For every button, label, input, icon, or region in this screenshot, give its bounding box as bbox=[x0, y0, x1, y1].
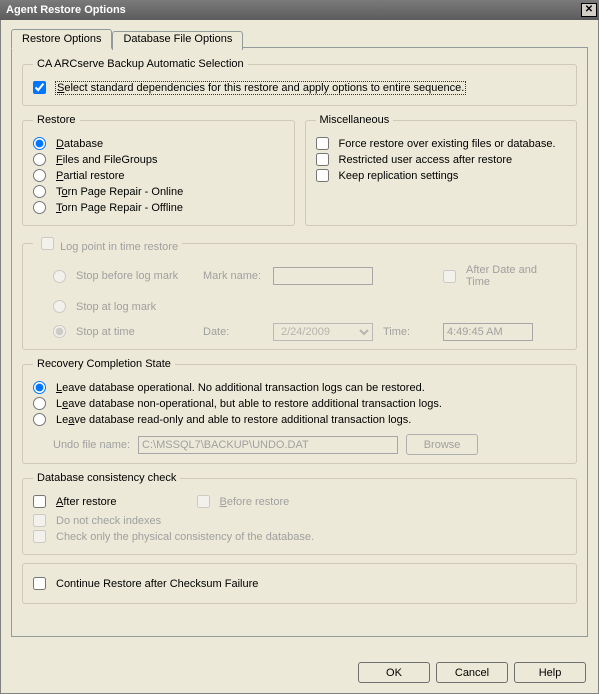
checkbox-restricted-access[interactable] bbox=[316, 153, 329, 166]
radio-stop-before bbox=[53, 270, 66, 283]
ok-button[interactable]: OK bbox=[358, 662, 430, 683]
label-continue-after-checksum: Continue Restore after Checksum Failure bbox=[56, 578, 258, 590]
fieldset-auto-selection: CA ARCserve Backup Automatic Selection S… bbox=[22, 58, 577, 106]
label-dbcc-noindex: Do not check indexes bbox=[56, 515, 161, 527]
label-recovery-nonoperational: Leave database non-operational, but able… bbox=[56, 398, 442, 410]
label-restricted-access: Restricted user access after restore bbox=[339, 154, 513, 166]
radio-torn-offline[interactable] bbox=[33, 201, 46, 214]
tab-panel-restore-options: CA ARCserve Backup Automatic Selection S… bbox=[11, 47, 588, 637]
label-database: Database bbox=[56, 138, 103, 150]
window-title: Agent Restore Options bbox=[6, 0, 126, 20]
input-mark-name bbox=[273, 267, 373, 285]
checkbox-keep-replication[interactable] bbox=[316, 169, 329, 182]
label-stop-before: Stop before log mark bbox=[76, 270, 178, 282]
fieldset-log-point: Log point in time restore Stop before lo… bbox=[22, 234, 577, 350]
checkbox-continue-after-checksum[interactable] bbox=[33, 577, 46, 590]
radio-stop-at-time bbox=[53, 325, 66, 338]
radio-files-filegroups[interactable] bbox=[33, 153, 46, 166]
label-partial: Partial restore bbox=[56, 170, 124, 182]
label-dbcc-after: After restore bbox=[56, 496, 117, 508]
label-torn-online: Torn Page Repair - Online bbox=[56, 186, 183, 198]
legend-recovery-completion: Recovery Completion State bbox=[33, 358, 175, 370]
checkbox-force-restore[interactable] bbox=[316, 137, 329, 150]
checkbox-log-point-enable bbox=[41, 237, 54, 250]
input-undo-file bbox=[138, 436, 398, 454]
label-stop-at-time: Stop at time bbox=[76, 326, 135, 338]
tab-database-file-options[interactable]: Database File Options bbox=[112, 31, 243, 50]
window-body: Restore Options Database File Options CA… bbox=[0, 20, 599, 694]
label-after-date-time: After Date and Time bbox=[466, 264, 543, 288]
checkbox-dbcc-before bbox=[197, 495, 210, 508]
label-torn-offline: Torn Page Repair - Offline bbox=[56, 202, 183, 214]
select-date: 2/24/2009 bbox=[273, 323, 373, 341]
radio-recovery-readonly[interactable] bbox=[33, 413, 46, 426]
radio-database[interactable] bbox=[33, 137, 46, 150]
checkbox-auto-selection[interactable] bbox=[33, 81, 46, 94]
label-dbcc-physonly: Check only the physical consistency of t… bbox=[56, 531, 314, 543]
label-time: Time: bbox=[383, 326, 443, 338]
label-recovery-readonly: Leave database read-only and able to res… bbox=[56, 414, 411, 426]
label-dbcc-before: Before restore bbox=[220, 496, 290, 508]
legend-dbcc: Database consistency check bbox=[33, 472, 180, 484]
fieldset-dbcc: Database consistency check After restore… bbox=[22, 472, 577, 555]
fieldset-miscellaneous: Miscellaneous Force restore over existin… bbox=[305, 114, 578, 226]
label-date: Date: bbox=[203, 326, 273, 338]
label-keep-replication: Keep replication settings bbox=[339, 170, 459, 182]
radio-recovery-nonoperational[interactable] bbox=[33, 397, 46, 410]
fieldset-continue: Continue Restore after Checksum Failure bbox=[22, 563, 577, 604]
legend-miscellaneous: Miscellaneous bbox=[316, 114, 394, 126]
checkbox-dbcc-noindex bbox=[33, 514, 46, 527]
cancel-button[interactable]: Cancel bbox=[436, 662, 508, 683]
title-bar: Agent Restore Options ✕ bbox=[0, 0, 599, 20]
label-recovery-operational: Leave database operational. No additiona… bbox=[56, 382, 425, 394]
label-auto-selection: Select standard dependencies for this re… bbox=[56, 82, 465, 94]
tab-restore-options[interactable]: Restore Options bbox=[11, 29, 112, 49]
checkbox-dbcc-after[interactable] bbox=[33, 495, 46, 508]
fieldset-restore: Restore Database Files and FileGroups Pa… bbox=[22, 114, 295, 226]
checkbox-after-date-time bbox=[443, 270, 456, 283]
close-icon[interactable]: ✕ bbox=[581, 3, 597, 17]
label-undo-file: Undo file name: bbox=[53, 439, 130, 451]
fieldset-recovery-completion: Recovery Completion State Leave database… bbox=[22, 358, 577, 464]
legend-log-point: Log point in time restore bbox=[33, 234, 182, 253]
legend-restore: Restore bbox=[33, 114, 80, 126]
radio-partial[interactable] bbox=[33, 169, 46, 182]
checkbox-dbcc-physonly bbox=[33, 530, 46, 543]
legend-auto-selection: CA ARCserve Backup Automatic Selection bbox=[33, 58, 248, 70]
radio-recovery-operational[interactable] bbox=[33, 381, 46, 394]
label-force-restore: Force restore over existing files or dat… bbox=[339, 138, 556, 150]
label-files-filegroups: Files and FileGroups bbox=[56, 154, 158, 166]
input-time bbox=[443, 323, 533, 341]
radio-stop-at-log bbox=[53, 300, 66, 313]
radio-torn-online[interactable] bbox=[33, 185, 46, 198]
tab-strip: Restore Options Database File Options bbox=[11, 29, 588, 48]
help-button[interactable]: Help bbox=[514, 662, 586, 683]
dialog-button-row: OK Cancel Help bbox=[358, 662, 586, 683]
label-stop-at-log: Stop at log mark bbox=[76, 301, 156, 313]
label-mark-name: Mark name: bbox=[203, 270, 273, 282]
browse-button: Browse bbox=[406, 434, 478, 455]
